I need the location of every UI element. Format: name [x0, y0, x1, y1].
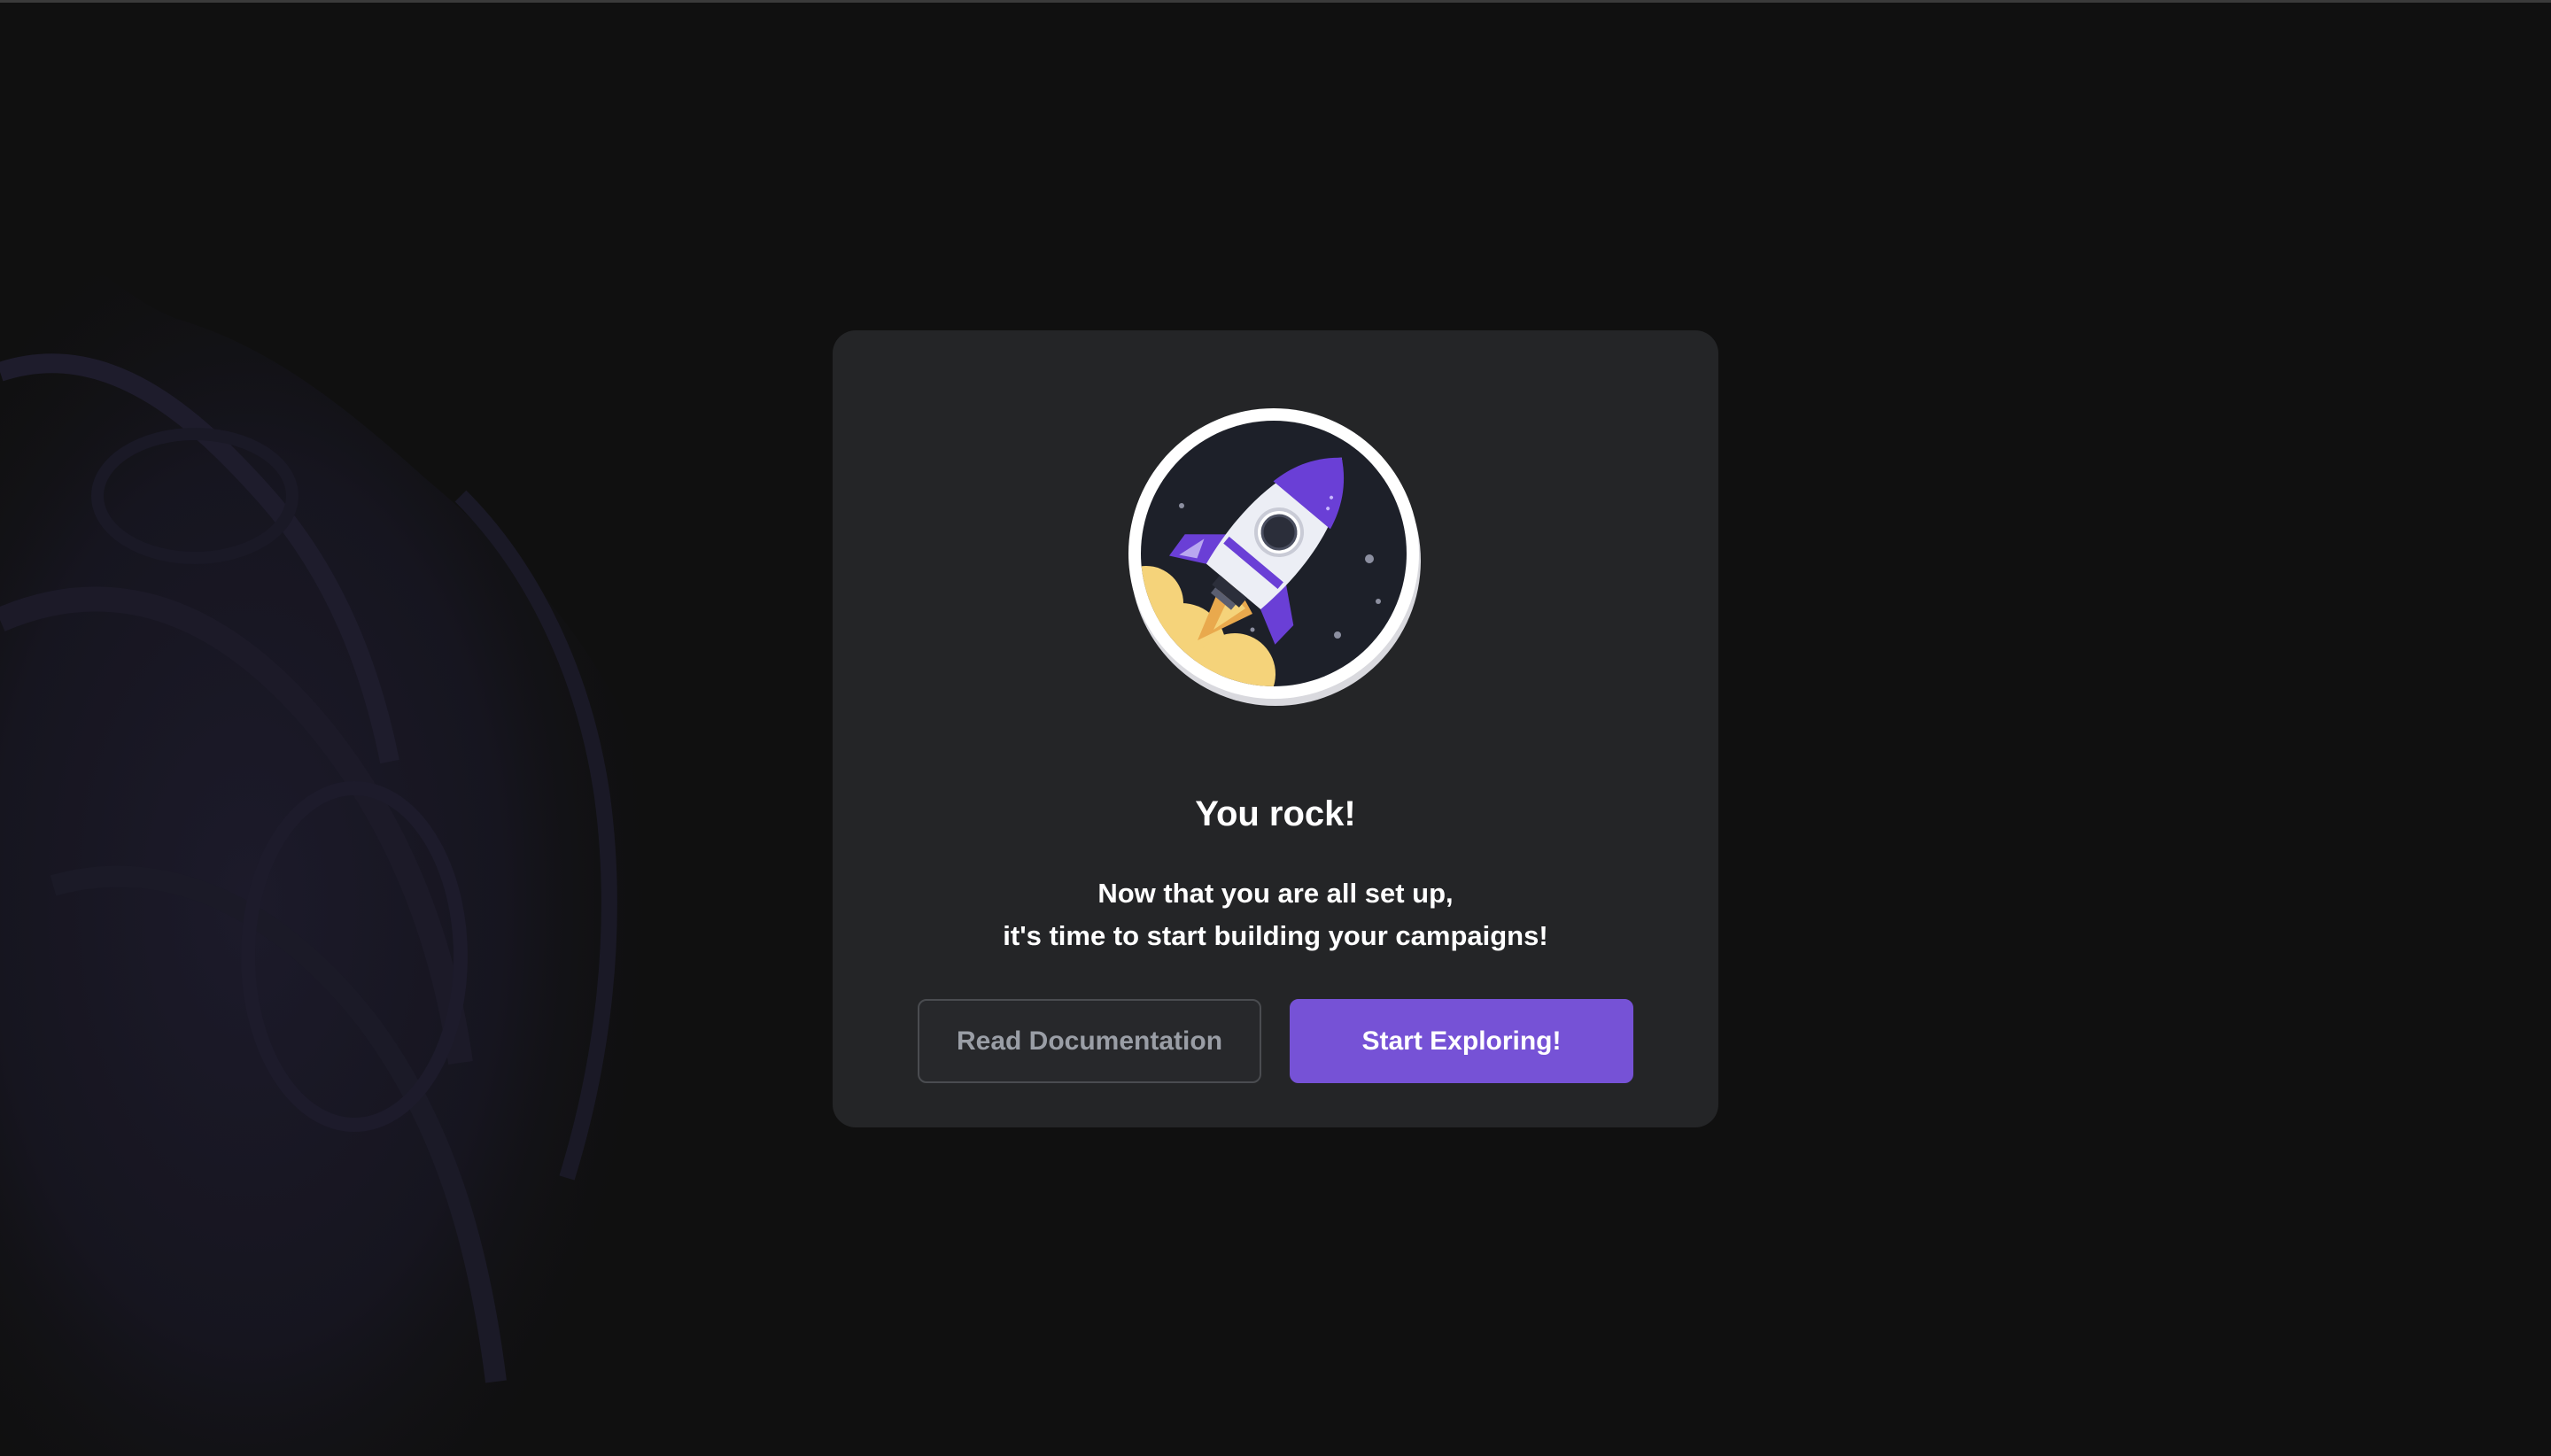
modal-title: You rock! [1195, 794, 1356, 833]
modal-subtitle: Now that you are all set up, it's time t… [833, 872, 1718, 957]
rocket-launch-icon [1128, 408, 1421, 706]
subtitle-line-1: Now that you are all set up, [1097, 878, 1454, 909]
subtitle-line-2: it's time to start building your campaig… [1003, 920, 1548, 951]
start-exploring-button[interactable]: Start Exploring! [1290, 999, 1633, 1083]
onboarding-complete-page: You rock! Now that you are all set up, i… [0, 0, 2551, 1456]
welcome-modal: You rock! Now that you are all set up, i… [833, 330, 1718, 1127]
read-documentation-button[interactable]: Read Documentation [918, 999, 1261, 1083]
background-abstract-art [0, 228, 710, 1456]
